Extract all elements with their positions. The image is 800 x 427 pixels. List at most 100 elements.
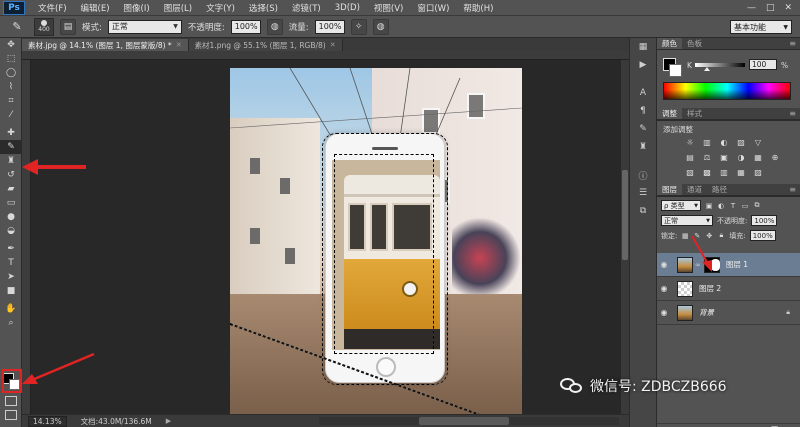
document-image[interactable]	[230, 68, 522, 414]
close-icon[interactable]: ✕	[176, 41, 182, 49]
blend-mode-select[interactable]: 正常 ▼	[661, 215, 713, 226]
fill-input[interactable]: 100%	[749, 230, 776, 241]
scrollbar-thumb[interactable]	[622, 170, 628, 260]
menu-help[interactable]: 帮助(H)	[456, 2, 500, 14]
airbrush-icon[interactable]: ✧	[350, 18, 367, 35]
horizontal-ruler[interactable]	[22, 51, 629, 60]
layer-filter-select[interactable]: ρ 类型 ▼	[661, 200, 701, 211]
pressure-size-icon[interactable]: ◍	[372, 18, 389, 35]
lock-all-icon[interactable]: 🔒︎	[717, 231, 725, 240]
menu-filter[interactable]: 滤镜(T)	[285, 2, 328, 14]
crop-tool-icon[interactable]: ⌗	[0, 94, 22, 108]
close-button[interactable]: ✕	[784, 3, 792, 13]
photo-filter-icon[interactable]: ◑	[736, 152, 746, 162]
brush-panel-toggle-icon[interactable]: ▤	[60, 18, 76, 35]
menu-view[interactable]: 视图(V)	[367, 2, 410, 14]
selective-color-icon[interactable]: ▦	[736, 167, 746, 177]
close-icon[interactable]: ✕	[330, 41, 336, 49]
screen-mode-icon[interactable]	[5, 410, 17, 420]
layer-row[interactable]: ◉ 图层 2	[657, 277, 800, 301]
layer-thumbnail[interactable]	[677, 304, 693, 321]
menu-edit[interactable]: 编辑(E)	[74, 2, 117, 14]
layer-name[interactable]: 背景	[699, 307, 714, 318]
maximize-button[interactable]: □	[766, 3, 775, 13]
tab-adjustments[interactable]: 调整	[657, 108, 682, 119]
shape-tool-icon[interactable]: ■	[0, 284, 22, 298]
color-balance-icon[interactable]: ⚖	[702, 152, 712, 162]
gradient-tool-icon[interactable]: ▭	[0, 196, 22, 210]
brush-presets-icon[interactable]: ✎	[630, 120, 656, 138]
menu-layer[interactable]: 图层(L)	[157, 2, 199, 14]
canvas-area[interactable]	[22, 51, 629, 414]
character-panel-icon[interactable]: A	[630, 84, 656, 102]
path-select-tool-icon[interactable]: ➤	[0, 270, 22, 284]
marquee-tool-icon[interactable]: ⬚	[0, 52, 22, 66]
doc-tab-active[interactable]: 素材.jpg @ 14.1% (图层 1, 图层蒙版/8) * ✕	[22, 39, 189, 51]
exposure-icon[interactable]: ▨	[736, 137, 746, 147]
channel-mixer-icon[interactable]: ▦	[753, 152, 763, 162]
color-lookup-icon[interactable]: ⊕	[770, 152, 780, 162]
vibrance-icon[interactable]: ▽	[753, 137, 763, 147]
invert-icon[interactable]: ▧	[685, 167, 695, 177]
panel-menu-icon[interactable]: ≡	[789, 185, 796, 194]
menu-type[interactable]: 文字(Y)	[199, 2, 242, 14]
lasso-tool-icon[interactable]: ◯	[0, 66, 22, 80]
tab-color[interactable]: 颜色	[657, 38, 682, 49]
dodge-tool-icon[interactable]: ◒	[0, 224, 22, 238]
actions-panel-icon[interactable]: ▶	[630, 56, 656, 74]
brush-size-picker[interactable]: 400	[34, 17, 54, 36]
slider-thumb-icon[interactable]	[704, 67, 710, 71]
smart-object-filter-icon[interactable]: ⧉	[753, 201, 761, 210]
layer-name[interactable]: 图层 1	[726, 259, 748, 270]
k-slider[interactable]	[695, 63, 745, 67]
shape-filter-icon[interactable]: ▭	[741, 202, 749, 210]
levels-icon[interactable]: ▥	[702, 137, 712, 147]
eyedropper-tool-icon[interactable]: ⁄	[0, 108, 22, 122]
pen-tool-icon[interactable]: ✒	[0, 242, 22, 256]
menu-3d[interactable]: 3D(D)	[328, 3, 367, 13]
layer-opacity-input[interactable]: 100%	[751, 215, 778, 226]
brightness-icon[interactable]: ☼	[685, 137, 695, 147]
mode-select[interactable]: 正常 ▼	[107, 19, 182, 34]
layer-name[interactable]: 图层 2	[699, 283, 721, 294]
tab-layers[interactable]: 图层	[657, 184, 682, 195]
quick-select-tool-icon[interactable]: ⌇	[0, 80, 22, 94]
brush-tool-icon[interactable]: ✎	[0, 140, 22, 154]
pressure-opacity-icon[interactable]: ◍	[266, 18, 283, 35]
type-filter-icon[interactable]: T	[729, 202, 737, 210]
scrollbar-thumb[interactable]	[419, 417, 509, 425]
opacity-input[interactable]: 100%	[230, 19, 261, 34]
gradient-map-icon[interactable]: ▨	[753, 167, 763, 177]
black-white-icon[interactable]: ▣	[719, 152, 729, 162]
eye-icon[interactable]: ◉	[657, 284, 671, 293]
menu-image[interactable]: 图像(I)	[117, 2, 157, 14]
flow-input[interactable]: 100%	[314, 19, 345, 34]
adjustment-filter-icon[interactable]: ◐	[717, 202, 725, 210]
background-color-swatch[interactable]	[669, 64, 682, 77]
healing-brush-tool-icon[interactable]: ✚	[0, 126, 22, 140]
color-spectrum[interactable]	[663, 82, 791, 100]
history-brush-tool-icon[interactable]: ↺	[0, 168, 22, 182]
tab-channels[interactable]: 通道	[682, 184, 707, 195]
eye-icon[interactable]: ◉	[657, 260, 671, 269]
clone-source-icon[interactable]: ♜	[630, 138, 656, 156]
threshold-icon[interactable]: ▥	[719, 167, 729, 177]
type-tool-icon[interactable]: T	[0, 256, 22, 270]
info-panel-icon[interactable]: ⓘ	[630, 166, 656, 184]
brush-tool-preset-icon[interactable]: ✎	[6, 19, 28, 35]
minimize-button[interactable]: —	[747, 3, 756, 13]
menu-file[interactable]: 文件(F)	[31, 2, 74, 14]
tab-styles[interactable]: 样式	[682, 108, 707, 119]
zoom-tool-icon[interactable]: ⌕	[0, 316, 22, 330]
layer-row[interactable]: ◉ 背景 🔒︎	[657, 301, 800, 325]
hand-tool-icon[interactable]: ✋	[0, 302, 22, 316]
navigator-panel-icon[interactable]: ⧉	[630, 202, 656, 220]
paragraph-panel-icon[interactable]: ¶	[630, 102, 656, 120]
k-value-input[interactable]: 100	[749, 59, 777, 70]
menu-window[interactable]: 窗口(W)	[410, 2, 456, 14]
horizontal-scrollbar[interactable]	[319, 417, 619, 425]
tab-swatches[interactable]: 色板	[682, 38, 707, 49]
blur-tool-icon[interactable]: ●	[0, 210, 22, 224]
zoom-level[interactable]: 14.13%	[28, 415, 67, 427]
doc-tab-inactive[interactable]: 素材1.png @ 55.1% (图层 1, RGB/8) ✕	[188, 39, 343, 51]
